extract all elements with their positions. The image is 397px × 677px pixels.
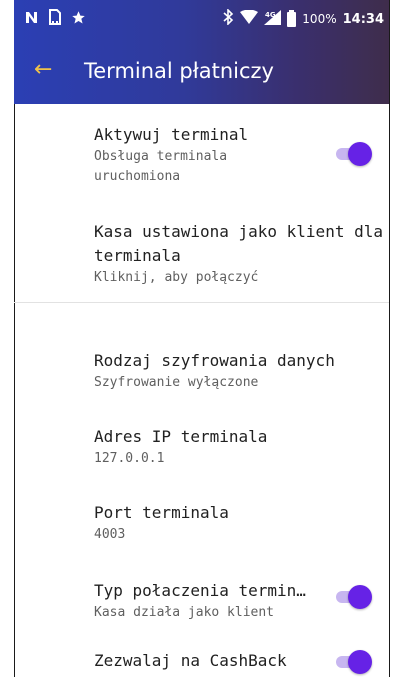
clock: 14:34 xyxy=(342,11,384,27)
star-icon xyxy=(71,10,86,29)
setting-terminal-port[interactable]: Port terminala 4003 xyxy=(94,500,374,545)
setting-activate-terminal[interactable]: Aktywuj terminal Obsługa terminala uruch… xyxy=(94,122,374,187)
toggle-connection-type[interactable] xyxy=(334,585,372,609)
setting-title: Kasa ustawiona jako klient dla terminala xyxy=(94,222,383,265)
setting-subtitle: Szyfrowanie wyłączone xyxy=(94,375,259,390)
setting-title: Zezwalaj na CashBack xyxy=(94,651,287,670)
sim-card-icon xyxy=(49,9,61,29)
toggle-thumb xyxy=(348,585,372,609)
setting-allow-cashback[interactable]: Zezwalaj na CashBack xyxy=(94,648,374,673)
nfc-icon xyxy=(24,10,39,29)
setting-terminal-ip[interactable]: Adres IP terminala 127.0.0.1 xyxy=(94,424,374,469)
app-bar: ← Terminal płatniczy xyxy=(14,38,390,104)
svg-text:4G: 4G xyxy=(265,11,276,19)
setting-subtitle: 4003 xyxy=(94,527,126,542)
setting-subtitle: Kliknij, aby połączyć xyxy=(94,270,259,285)
signal-4g-icon: 4G xyxy=(264,9,282,29)
setting-connection-type[interactable]: Typ połaczenia termin… Kasa działa jako … xyxy=(94,578,374,623)
wifi-icon xyxy=(240,9,259,28)
arrow-left-icon[interactable]: ← xyxy=(34,58,52,82)
toggle-thumb xyxy=(348,142,372,166)
bluetooth-icon xyxy=(223,8,234,29)
setting-title: Aktywuj terminal xyxy=(94,125,249,144)
toggle-activate-terminal[interactable] xyxy=(334,142,372,166)
setting-subtitle: Kasa działa jako klient xyxy=(94,605,275,620)
setting-title: Typ połaczenia termin… xyxy=(94,581,306,600)
toggle-allow-cashback[interactable] xyxy=(334,650,372,674)
setting-title: Adres IP terminala xyxy=(94,427,268,446)
toggle-thumb xyxy=(348,650,372,674)
setting-title: Rodzaj szyfrowania danych xyxy=(94,351,335,370)
setting-subtitle: Obsługa terminala uruchomiona xyxy=(94,149,228,184)
setting-subtitle: 127.0.0.1 xyxy=(94,451,165,466)
page-title: Terminal płatniczy xyxy=(84,59,274,83)
divider xyxy=(14,302,390,303)
setting-encryption-type[interactable]: Rodzaj szyfrowania danych Szyfrowanie wy… xyxy=(94,348,374,393)
setting-title: Port terminala xyxy=(94,503,229,522)
battery-percent: 100% xyxy=(302,12,337,26)
battery-icon xyxy=(287,9,297,27)
setting-cashier-as-client[interactable]: Kasa ustawiona jako klient dla terminala… xyxy=(94,220,383,288)
status-bar: 4G 100% 14:34 xyxy=(14,0,390,38)
phone-screen: 4G 100% 14:34 ← Terminal płatniczy Aktyw… xyxy=(14,0,390,677)
